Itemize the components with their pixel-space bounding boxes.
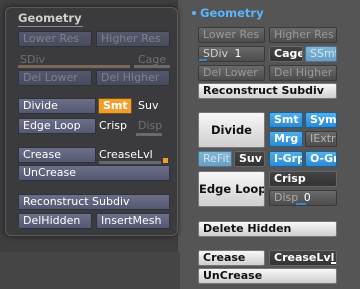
disp-label[interactable]: Disp bbox=[138, 119, 162, 132]
lower-res-button[interactable]: Lower Res bbox=[198, 27, 265, 43]
edge-loop-button[interactable]: Edge Loop bbox=[198, 171, 265, 207]
insertmesh-button[interactable]: InsertMesh bbox=[96, 213, 170, 229]
crisp-toggle[interactable]: Crisp bbox=[99, 119, 127, 132]
iextr-toggle[interactable]: IExtr bbox=[305, 131, 337, 147]
ssmt-toggle[interactable]: SSmt bbox=[305, 46, 337, 62]
del-lower-button[interactable]: Del Lower bbox=[18, 70, 92, 86]
delete-hidden-button[interactable]: Delete Hidden bbox=[198, 221, 337, 237]
i-grp-toggle[interactable]: I-Grp bbox=[269, 151, 303, 167]
cage-button[interactable]: Cage bbox=[269, 46, 303, 62]
sdiv-slider[interactable]: SDiv 1 bbox=[198, 46, 265, 62]
disp-label: Disp bbox=[274, 191, 299, 204]
del-higher-button[interactable]: Del Higher bbox=[269, 65, 337, 81]
suv-toggle[interactable]: Suv bbox=[138, 99, 158, 112]
smt-toggle[interactable]: Smt bbox=[98, 98, 132, 114]
sdiv-slider[interactable] bbox=[18, 65, 130, 68]
cage-toggle-line bbox=[134, 65, 170, 68]
crease-level-slider[interactable] bbox=[99, 161, 161, 164]
delhidden-button[interactable]: DelHidden bbox=[18, 213, 92, 229]
lower-res-button[interactable]: Lower Res bbox=[18, 31, 92, 47]
crease-button[interactable]: Crease bbox=[198, 250, 265, 266]
higher-res-button[interactable]: Higher Res bbox=[269, 27, 337, 43]
edge-loop-button[interactable]: Edge Loop bbox=[18, 118, 96, 134]
panel-title[interactable]: Geometry bbox=[200, 6, 264, 20]
del-lower-button[interactable]: Del Lower bbox=[198, 65, 265, 81]
crease-level-handle[interactable] bbox=[331, 262, 336, 264]
crease-level-slider[interactable]: CreaseLvl bbox=[269, 250, 337, 266]
o-grp-toggle[interactable]: O-Grp bbox=[305, 151, 337, 167]
divide-button[interactable]: Divide bbox=[198, 112, 265, 148]
crease-button[interactable]: Crease bbox=[18, 147, 96, 163]
reconstruct-subdiv-button[interactable]: Reconstruct Subdiv bbox=[18, 194, 170, 210]
crease-level-label: CreaseLvl bbox=[99, 148, 153, 161]
sym-toggle[interactable]: Sym bbox=[305, 112, 337, 128]
uncrease-button[interactable]: UnCrease bbox=[198, 268, 337, 284]
del-higher-button[interactable]: Del Higher bbox=[96, 70, 170, 86]
panel-bullet-icon bbox=[192, 11, 196, 15]
sdiv-slider-fill bbox=[199, 59, 207, 61]
panel-title[interactable]: Geometry bbox=[18, 11, 82, 25]
uncrease-button[interactable]: UnCrease bbox=[18, 165, 170, 181]
geometry-panel-old: Geometry Lower Res Higher Res SDiv Cage … bbox=[5, 7, 178, 236]
reconstruct-subdiv-button[interactable]: Reconstruct Subdiv bbox=[198, 83, 337, 99]
refit-toggle[interactable]: ReFit bbox=[198, 151, 232, 167]
title-underline bbox=[18, 26, 83, 27]
sdiv-value: 1 bbox=[234, 47, 242, 60]
mrg-toggle[interactable]: Mrg bbox=[269, 131, 303, 147]
suv-toggle[interactable]: Suv bbox=[234, 151, 265, 167]
background-strip bbox=[0, 252, 180, 289]
higher-res-button[interactable]: Higher Res bbox=[96, 31, 170, 47]
disp-slider[interactable] bbox=[136, 133, 162, 136]
smt-toggle[interactable]: Smt bbox=[269, 112, 303, 128]
crease-level-handle[interactable] bbox=[163, 158, 168, 163]
disp-slider-fill bbox=[296, 203, 306, 205]
crisp-toggle[interactable]: Crisp bbox=[269, 171, 337, 187]
divide-button[interactable]: Divide bbox=[18, 98, 96, 114]
